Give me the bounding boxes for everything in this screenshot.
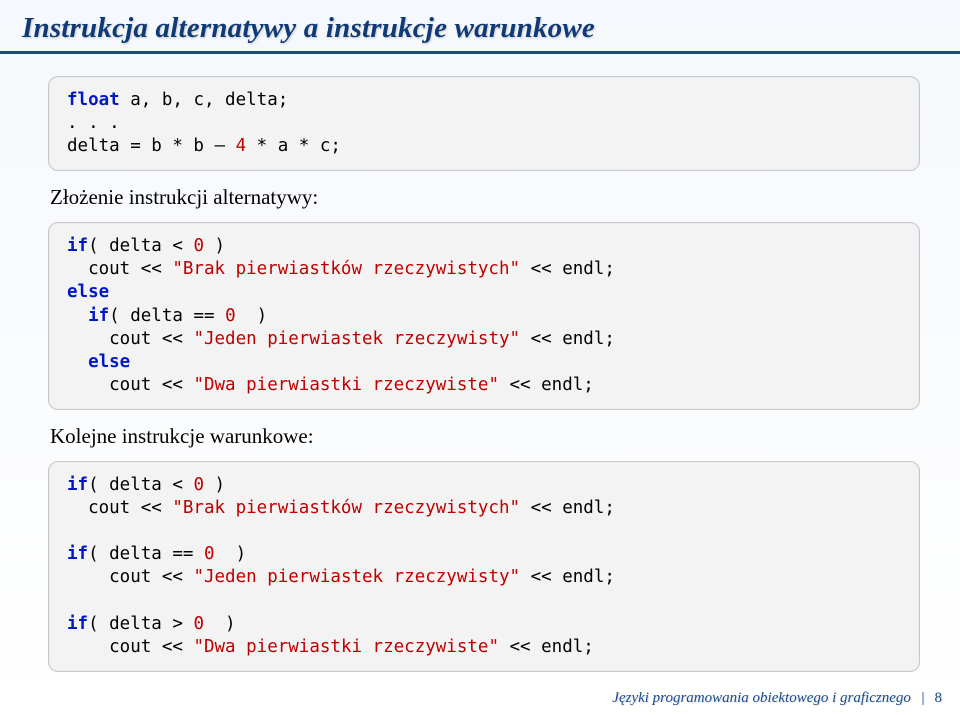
number-literal: 4	[236, 136, 247, 156]
code-block-declaration: float a, b, c, delta; . . . delta = b * …	[48, 76, 920, 171]
number-literal: 0	[204, 544, 215, 564]
keyword-float: float	[67, 90, 120, 110]
code-text: << endl;	[499, 637, 594, 657]
code-text: ( delta <	[88, 236, 193, 256]
code-text: cout <<	[67, 567, 193, 587]
code-text: << endl;	[520, 329, 615, 349]
string-literal: "Jeden pierwiastek rzeczywisty"	[193, 329, 520, 349]
string-literal: "Brak pierwiastków rzeczywistych"	[172, 498, 520, 518]
code-block-sequential: if( delta < 0 ) cout << "Brak pierwiastk…	[48, 461, 920, 672]
code-text: ( delta <	[88, 475, 193, 495]
keyword-if: if	[88, 306, 109, 326]
keyword-if: if	[67, 475, 88, 495]
code-text: )	[204, 475, 225, 495]
keyword-if: if	[67, 236, 88, 256]
content-area: float a, b, c, delta; . . . delta = b * …	[0, 76, 960, 672]
code-text: << endl;	[520, 259, 615, 279]
footer-separator: |	[921, 690, 925, 706]
code-text	[67, 352, 88, 372]
code-text: )	[204, 614, 236, 634]
code-text: cout <<	[67, 329, 193, 349]
number-literal: 0	[193, 475, 204, 495]
code-text: ( delta ==	[109, 306, 225, 326]
code-text: ( delta >	[88, 614, 193, 634]
keyword-else: else	[67, 282, 109, 302]
string-literal: "Brak pierwiastków rzeczywistych"	[172, 259, 520, 279]
code-text: ( delta ==	[88, 544, 204, 564]
string-literal: "Dwa pierwiastki rzeczywiste"	[193, 375, 499, 395]
code-text: << endl;	[520, 567, 615, 587]
string-literal: "Dwa pierwiastki rzeczywiste"	[193, 637, 499, 657]
code-text: << endl;	[520, 498, 615, 518]
code-text: a, b, c, delta;	[120, 90, 289, 110]
keyword-else: else	[88, 352, 130, 372]
number-literal: 0	[225, 306, 236, 326]
section-label-alternative: Złożenie instrukcji alternatywy:	[50, 185, 920, 210]
code-text: . . .	[67, 113, 120, 133]
code-text: cout <<	[67, 498, 172, 518]
code-text: cout <<	[67, 637, 193, 657]
code-text: )	[204, 236, 225, 256]
number-literal: 0	[193, 614, 204, 634]
code-text: )	[215, 544, 247, 564]
footer: Języki programowania obiektowego i grafi…	[612, 690, 942, 707]
title-bar: Instrukcja alternatywy a instrukcje waru…	[0, 0, 960, 54]
code-text	[67, 306, 88, 326]
code-block-alternative: if( delta < 0 ) cout << "Brak pierwiastk…	[48, 222, 920, 410]
code-text: cout <<	[67, 375, 193, 395]
string-literal: "Jeden pierwiastek rzeczywisty"	[193, 567, 520, 587]
code-text: << endl;	[499, 375, 594, 395]
code-text: delta = b * b –	[67, 136, 236, 156]
footer-text: Języki programowania obiektowego i grafi…	[612, 690, 911, 706]
code-text: * a * c;	[246, 136, 341, 156]
keyword-if: if	[67, 614, 88, 634]
slide-title: Instrukcja alternatywy a instrukcje waru…	[22, 12, 932, 45]
code-text: )	[236, 306, 268, 326]
number-literal: 0	[193, 236, 204, 256]
page-number: 8	[935, 690, 943, 706]
slide: Instrukcja alternatywy a instrukcje waru…	[0, 0, 960, 715]
keyword-if: if	[67, 544, 88, 564]
section-label-sequential: Kolejne instrukcje warunkowe:	[50, 424, 920, 449]
code-text: cout <<	[67, 259, 172, 279]
